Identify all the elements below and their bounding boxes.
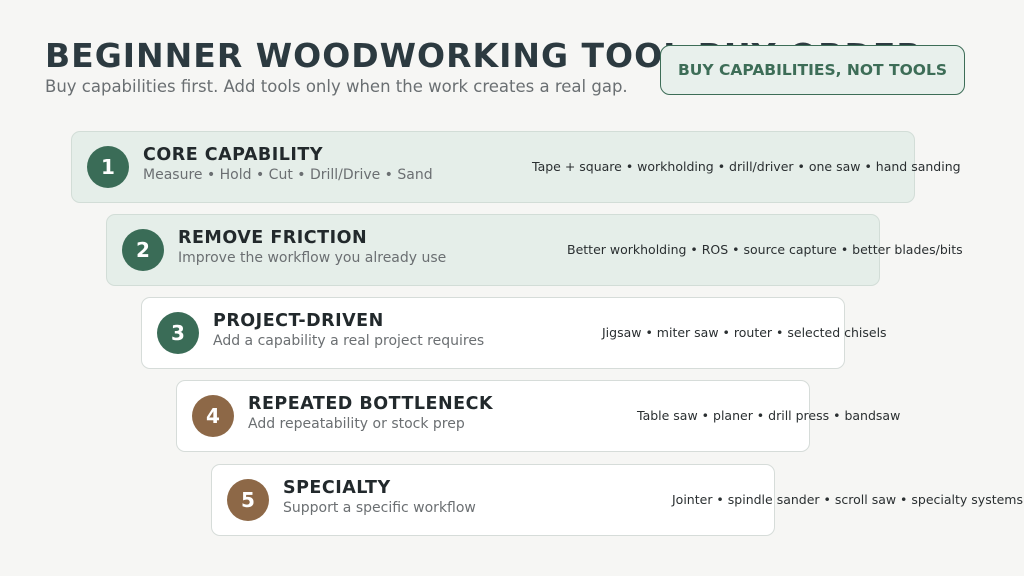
tier-title: CORE CAPABILITY — [143, 145, 324, 165]
page-subtitle: Buy capabilities first. Add tools only w… — [45, 77, 628, 96]
tier-description: Improve the workflow you already use — [178, 250, 447, 266]
tier-description: Support a specific workflow — [283, 500, 476, 516]
principle-badge: BUY CAPABILITIES, NOT TOOLS — [660, 45, 965, 95]
tier-title: REMOVE FRICTION — [178, 228, 368, 248]
tier-description: Add repeatability or stock prep — [248, 416, 465, 432]
tier-title: SPECIALTY — [283, 478, 391, 498]
tier-title: REPEATED BOTTLENECK — [248, 394, 494, 414]
tier-number-badge: 2 — [122, 229, 164, 271]
tier-4: 4 REPEATED BOTTLENECK Add repeatability … — [176, 380, 900, 452]
tier-5: 5 SPECIALTY Support a specific workflow … — [211, 464, 1023, 536]
tier-number-badge: 4 — [192, 395, 234, 437]
tier-title: PROJECT-DRIVEN — [213, 311, 384, 331]
tier-number-badge: 5 — [227, 479, 269, 521]
tier-tools: Jigsaw • miter saw • router • selected c… — [602, 325, 887, 340]
tier-number-badge: 1 — [87, 146, 129, 188]
tier-tools: Table saw • planer • drill press • bands… — [637, 408, 901, 423]
tier-description: Measure • Hold • Cut • Drill/Drive • San… — [143, 167, 433, 183]
tier-tools: Tape + square • workholding • drill/driv… — [532, 159, 961, 174]
tier-2: 2 REMOVE FRICTION Improve the workflow y… — [106, 214, 963, 286]
tier-tools: Better workholding • ROS • source captur… — [567, 242, 963, 257]
tier-tools: Jointer • spindle sander • scroll saw • … — [672, 492, 1023, 507]
tier-number-badge: 3 — [157, 312, 199, 354]
tier-1: 1 CORE CAPABILITY Measure • Hold • Cut •… — [71, 131, 961, 203]
tier-description: Add a capability a real project requires — [213, 333, 485, 349]
tier-3: 3 PROJECT-DRIVEN Add a capability a real… — [141, 297, 887, 369]
